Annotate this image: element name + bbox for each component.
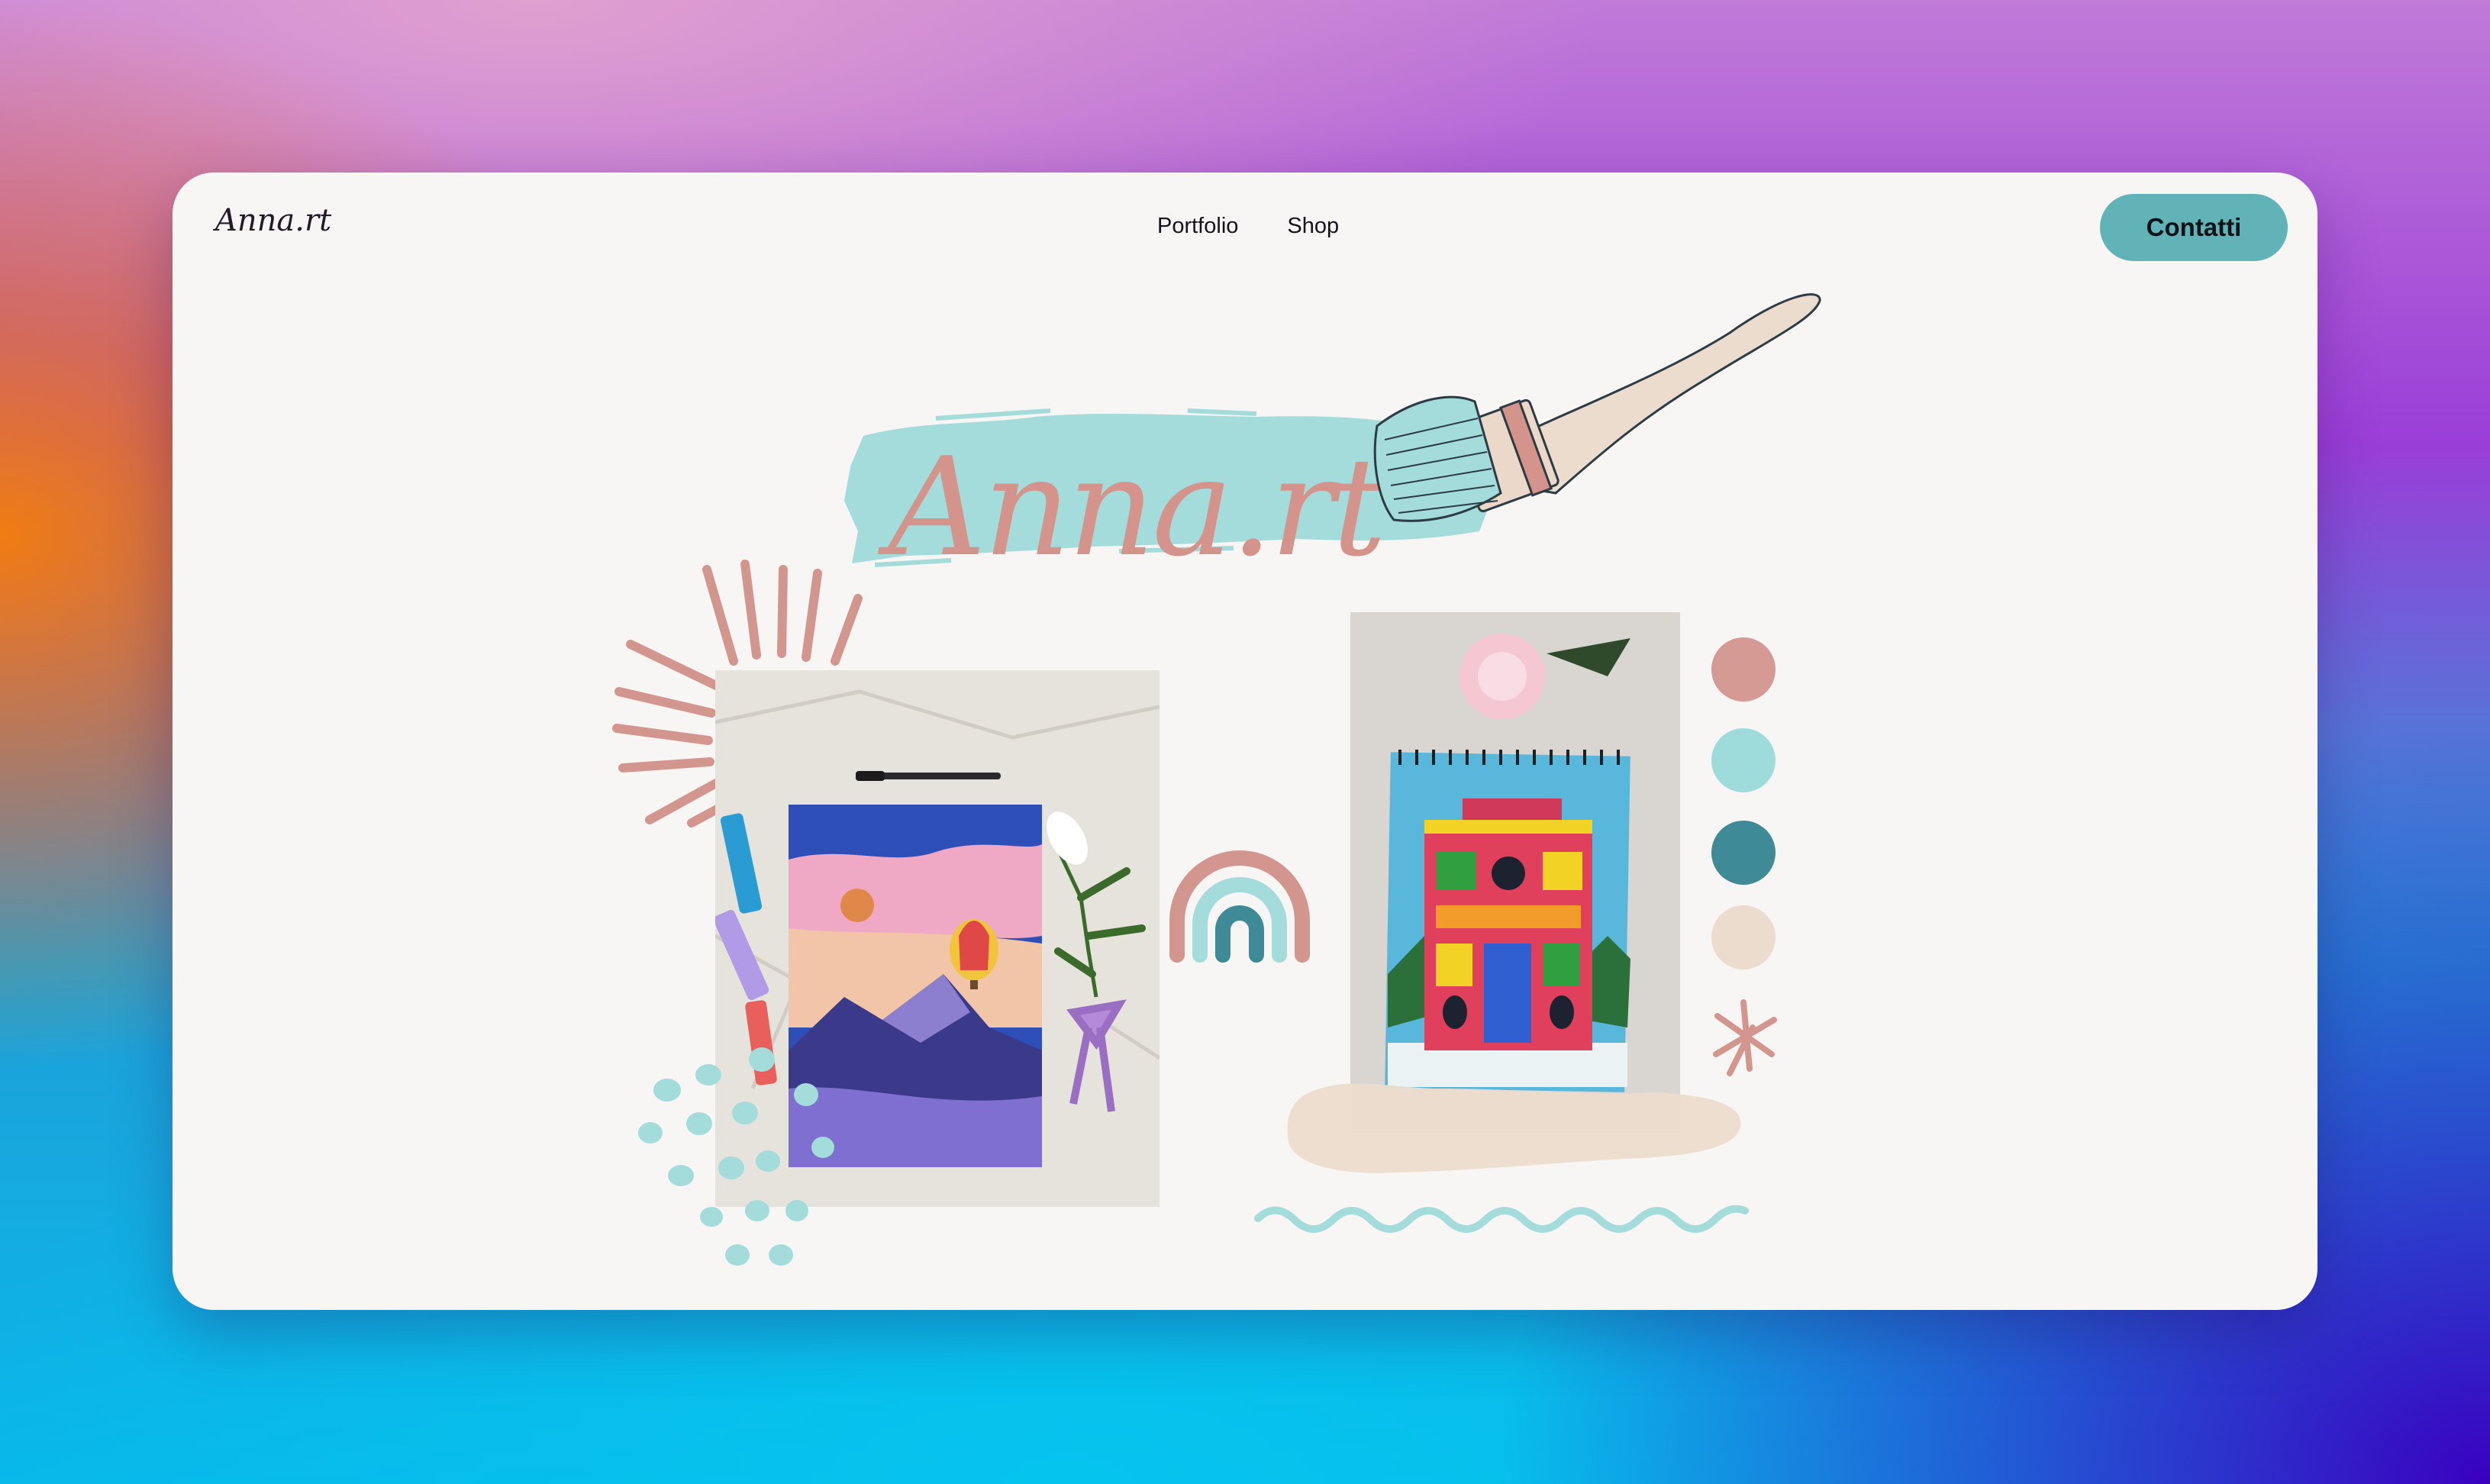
hero-title: Anna.rt [877, 428, 1387, 586]
swatch-teal [1711, 821, 1776, 885]
painting-photo-balloons[interactable] [712, 670, 1160, 1207]
browser-window: Anna.rt Portfolio Shop Contatti Anna.rt [173, 173, 2317, 1310]
swatch-aqua [1711, 728, 1776, 792]
asterisk-decoration [1713, 999, 1777, 1076]
paintbrush-icon [1373, 293, 1821, 522]
swatch-pink [1711, 637, 1776, 702]
hero-illustration: Anna.rt [612, 293, 1821, 1266]
wavy-line-decoration [1254, 1205, 1749, 1233]
beige-blob-decoration [1287, 1083, 1741, 1173]
rainbow-decoration [1169, 850, 1310, 963]
painting-photo-building[interactable] [1350, 612, 1680, 1133]
swatch-beige [1711, 905, 1776, 969]
